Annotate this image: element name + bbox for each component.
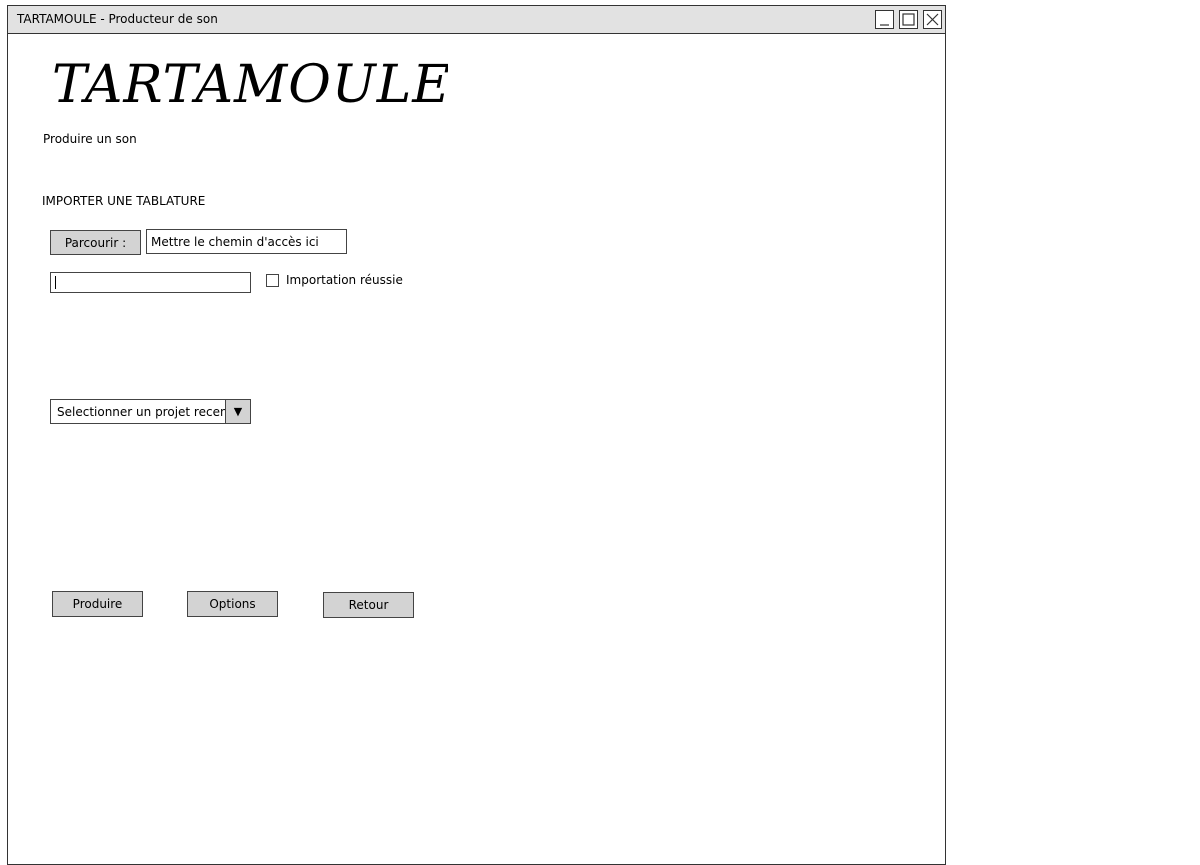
import-success-label: Importation réussie [286,273,403,287]
minimize-icon [880,24,889,26]
path-input[interactable] [146,229,347,254]
close-icon [926,13,939,26]
window-title: TARTAMOULE - Producteur de son [17,12,218,26]
browse-button[interactable]: Parcourir : [50,230,141,255]
maximize-button[interactable] [899,10,918,29]
app-logo: TARTAMOULE [52,55,448,115]
app-window: TARTAMOULE - Producteur de son TARTAMOUL… [7,5,946,865]
maximize-icon [902,13,915,26]
recent-project-selected: Selectionner un projet recent [57,405,233,419]
import-progress-field[interactable] [50,272,251,293]
minimize-button[interactable] [875,10,894,29]
produce-button[interactable]: Produire [52,591,143,617]
text-cursor [55,276,56,289]
logo-text: TARTAMOULE [52,55,448,115]
import-heading: IMPORTER UNE TABLATURE [42,194,206,208]
triangle-down-icon[interactable]: ▼ [225,400,250,423]
page-subtitle: Produire un son [43,132,137,146]
back-button[interactable]: Retour [323,592,414,618]
options-button[interactable]: Options [187,591,278,617]
title-bar[interactable]: TARTAMOULE - Producteur de son [8,6,945,34]
import-success-checkbox[interactable] [266,274,279,287]
close-button[interactable] [923,10,942,29]
recent-project-select[interactable]: Selectionner un projet recent ▼ [50,399,251,424]
